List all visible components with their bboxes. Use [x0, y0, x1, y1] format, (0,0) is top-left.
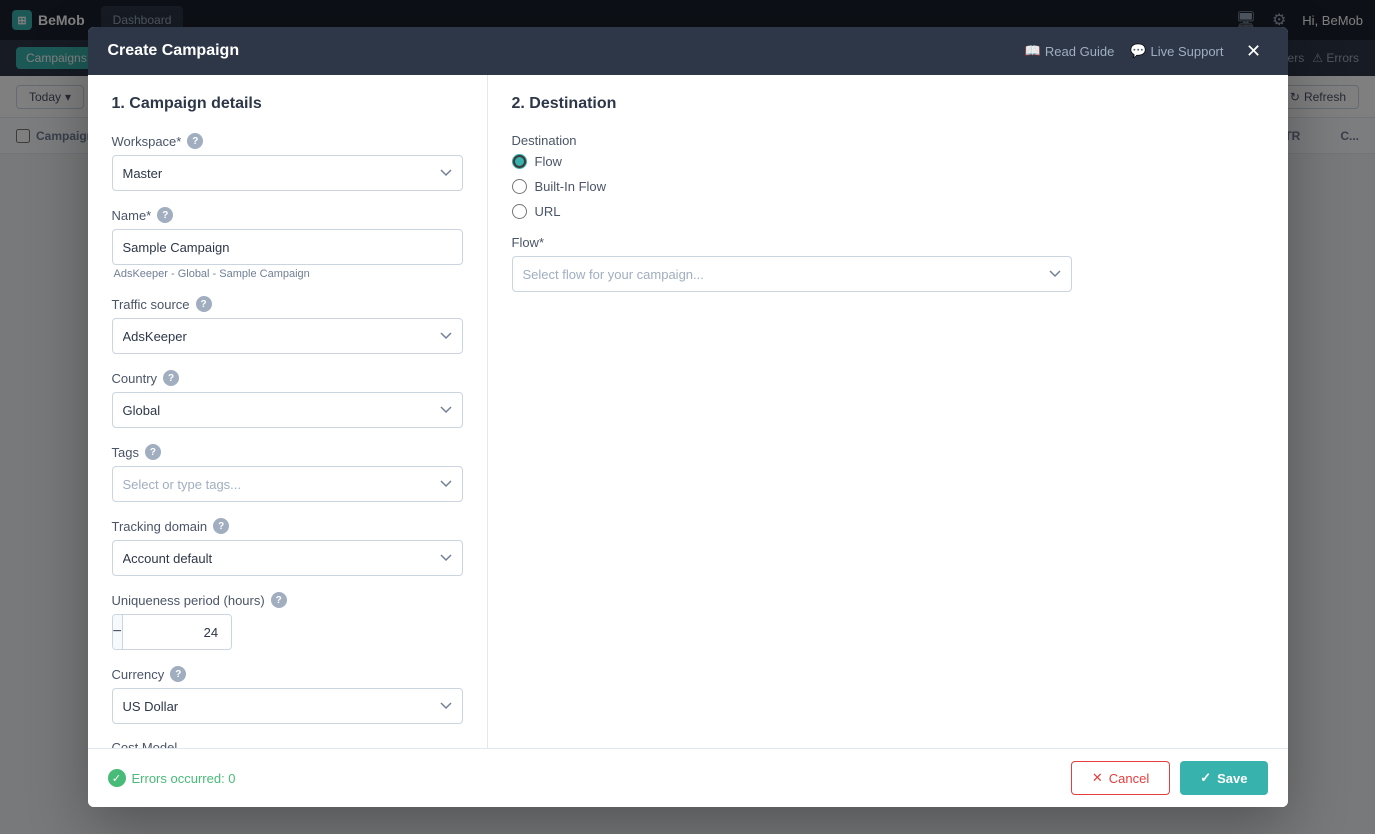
cancel-icon: ✕ [1092, 770, 1103, 786]
flow-select-wrapper: Select flow for your campaign... [512, 256, 1264, 292]
tags-select[interactable]: Select or type tags... [112, 466, 463, 502]
traffic-source-group: Traffic source ? AdsKeeper [112, 296, 463, 354]
uniqueness-period-stepper: − + [112, 614, 232, 650]
stepper-decrement-button[interactable]: − [113, 615, 122, 649]
flow-select[interactable]: Select flow for your campaign... [512, 256, 1072, 292]
destination-builtin-radio[interactable] [512, 179, 527, 194]
tracking-domain-select-wrapper: Account default [112, 540, 463, 576]
tracking-domain-help-icon[interactable]: ? [213, 518, 229, 534]
campaign-details-section: 1. Campaign details Workspace* ? Master [88, 75, 488, 748]
workspace-select-wrapper: Master [112, 155, 463, 191]
live-support-link[interactable]: 💬 Live Support [1130, 43, 1223, 59]
save-icon: ✓ [1200, 770, 1211, 786]
destination-options: Flow Built-In Flow URL [512, 154, 1264, 219]
country-select[interactable]: Global [112, 392, 463, 428]
modal-close-button[interactable]: ✕ [1240, 37, 1268, 65]
tags-group: Tags ? Select or type tags... [112, 444, 463, 502]
country-group: Country ? Global [112, 370, 463, 428]
modal-footer: ✓ Errors occurred: 0 ✕ Cancel ✓ Save [88, 748, 1288, 807]
cost-model-label: Cost Model [112, 740, 463, 748]
destination-section: 2. Destination Destination Flow Built-I [488, 75, 1288, 748]
modal-overlay: Create Campaign 📖 Read Guide 💬 Live Supp… [0, 0, 1375, 834]
save-button[interactable]: ✓ Save [1180, 761, 1267, 795]
currency-group: Currency ? US Dollar [112, 666, 463, 724]
destination-type-label: Destination [512, 133, 1264, 148]
tracking-domain-group: Tracking domain ? Account default [112, 518, 463, 576]
cancel-button[interactable]: ✕ Cancel [1071, 761, 1170, 795]
traffic-source-help-icon[interactable]: ? [196, 296, 212, 312]
flow-selection-group: Flow* Select flow for your campaign... [512, 235, 1264, 292]
modal-title: Create Campaign [108, 42, 240, 60]
book-icon: 📖 [1025, 43, 1041, 59]
traffic-source-select-wrapper: AdsKeeper [112, 318, 463, 354]
errors-info: ✓ Errors occurred: 0 [108, 769, 236, 787]
tags-label: Tags ? [112, 444, 463, 460]
tracking-domain-select[interactable]: Account default [112, 540, 463, 576]
section2-title: 2. Destination [512, 95, 1264, 113]
footer-buttons: ✕ Cancel ✓ Save [1071, 761, 1268, 795]
modal-header: Create Campaign 📖 Read Guide 💬 Live Supp… [88, 27, 1288, 75]
modal-header-actions: 📖 Read Guide 💬 Live Support ✕ [1025, 37, 1268, 65]
name-input[interactable] [112, 229, 463, 265]
destination-flow-radio[interactable] [512, 154, 527, 169]
uniqueness-period-help-icon[interactable]: ? [271, 592, 287, 608]
tags-help-icon[interactable]: ? [145, 444, 161, 460]
errors-icon: ✓ [108, 769, 126, 787]
destination-builtin-label: Built-In Flow [535, 179, 607, 194]
destination-flow-label: Flow [535, 154, 562, 169]
cost-model-group: Cost Model Auto ? CPV ? [112, 740, 463, 748]
traffic-source-label: Traffic source ? [112, 296, 463, 312]
country-label: Country ? [112, 370, 463, 386]
errors-label: Errors occurred: 0 [132, 771, 236, 786]
read-guide-link[interactable]: 📖 Read Guide [1025, 43, 1115, 59]
flow-label: Flow* [512, 235, 1264, 250]
destination-builtin-option[interactable]: Built-In Flow [512, 179, 1264, 194]
currency-select[interactable]: US Dollar [112, 688, 463, 724]
name-hint: AdsKeeper - Global - Sample Campaign [112, 268, 463, 280]
uniqueness-period-group: Uniqueness period (hours) ? − + [112, 592, 463, 650]
uniqueness-period-label: Uniqueness period (hours) ? [112, 592, 463, 608]
tags-select-wrapper: Select or type tags... [112, 466, 463, 502]
currency-select-wrapper: US Dollar [112, 688, 463, 724]
workspace-label: Workspace* ? [112, 133, 463, 149]
currency-label: Currency ? [112, 666, 463, 682]
section1-title: 1. Campaign details [112, 95, 463, 113]
support-icon: 💬 [1130, 43, 1146, 59]
destination-flow-option[interactable]: Flow [512, 154, 1264, 169]
name-help-icon[interactable]: ? [157, 207, 173, 223]
destination-url-option[interactable]: URL [512, 204, 1264, 219]
uniqueness-period-input[interactable] [122, 615, 232, 649]
traffic-source-select[interactable]: AdsKeeper [112, 318, 463, 354]
currency-help-icon[interactable]: ? [170, 666, 186, 682]
country-help-icon[interactable]: ? [163, 370, 179, 386]
destination-type-group: Destination Flow Built-In Flow [512, 133, 1264, 219]
destination-url-label: URL [535, 204, 561, 219]
workspace-help-icon[interactable]: ? [187, 133, 203, 149]
workspace-group: Workspace* ? Master [112, 133, 463, 191]
name-group: Name* ? AdsKeeper - Global - Sample Camp… [112, 207, 463, 280]
name-label: Name* ? [112, 207, 463, 223]
workspace-select[interactable]: Master [112, 155, 463, 191]
tracking-domain-label: Tracking domain ? [112, 518, 463, 534]
create-campaign-modal: Create Campaign 📖 Read Guide 💬 Live Supp… [88, 27, 1288, 807]
modal-body: 1. Campaign details Workspace* ? Master [88, 75, 1288, 748]
country-select-wrapper: Global [112, 392, 463, 428]
destination-url-radio[interactable] [512, 204, 527, 219]
